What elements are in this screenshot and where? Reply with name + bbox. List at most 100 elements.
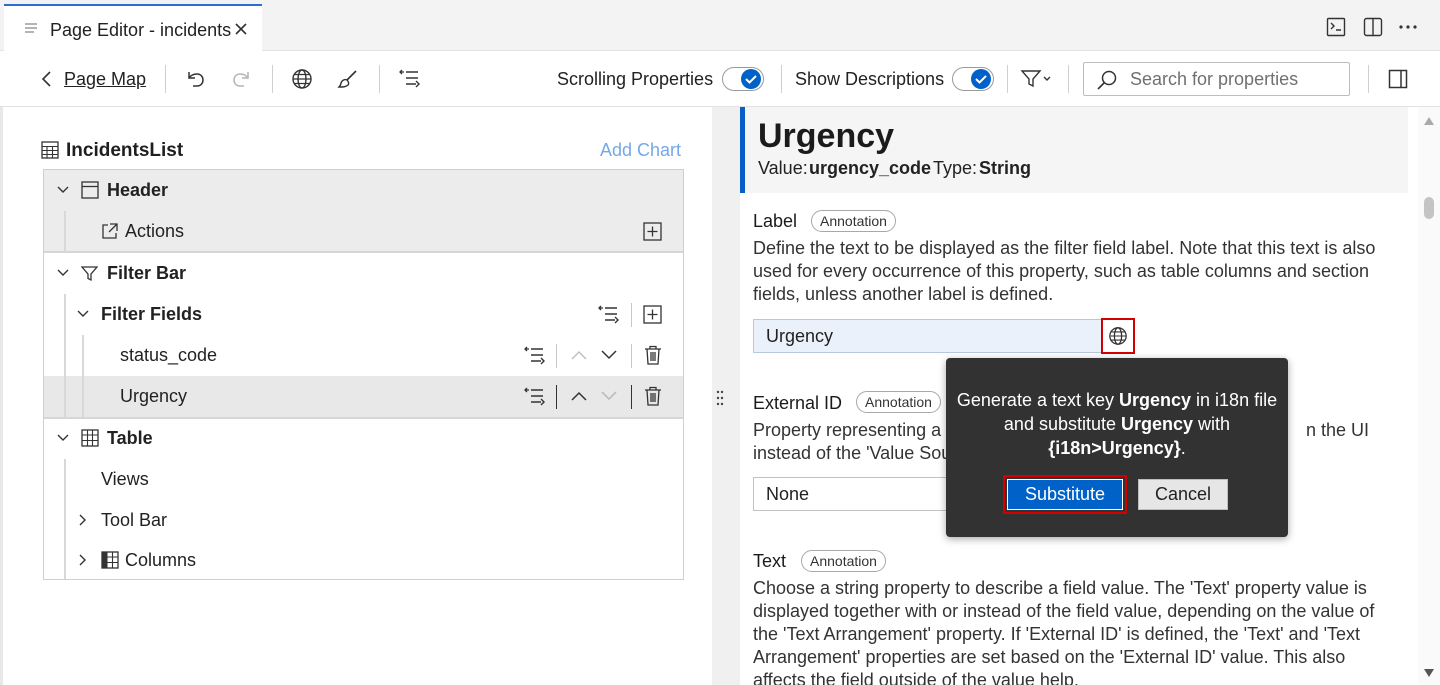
toolbar-divider [272,65,273,93]
tree-node-views[interactable]: Views [44,459,683,500]
popover-message: Generate a text key Urgency in i18n file… [956,390,1278,458]
toggle-side-panel-icon[interactable] [1388,69,1408,89]
outline-list-icon[interactable] [523,345,545,367]
chevron-down-icon[interactable] [76,307,90,321]
tree-guide [64,294,66,335]
drag-handle-icon[interactable] [715,390,725,406]
annotation-badge: Annotation [801,550,886,572]
outline-page-title: IncidentsList [66,140,184,161]
value-label: Value: [758,158,808,178]
globe-icon[interactable] [291,68,313,90]
external-id-value[interactable] [764,483,944,506]
undo-icon[interactable] [185,68,207,90]
redo-icon[interactable] [230,68,252,90]
clear-format-brush-icon[interactable] [337,68,359,90]
tree-node-tool-bar[interactable]: Tool Bar [44,500,683,541]
tree-node-filter-bar[interactable]: Filter Bar [44,253,683,294]
external-id-select[interactable] [753,477,953,511]
move-up-icon[interactable] [570,348,588,362]
scroll-thumb[interactable] [1424,197,1434,219]
tree-node-table[interactable]: Table [44,418,683,459]
chevron-right-icon[interactable] [76,513,90,527]
move-down-icon[interactable] [600,389,618,403]
toolbar-divider [379,65,380,93]
label-input[interactable] [764,325,1084,348]
split-editor-icon[interactable] [1363,17,1383,37]
scroll-down-arrow-icon[interactable] [1423,668,1435,678]
tab-page-editor[interactable]: Page Editor - incidents [4,4,262,51]
globe-icon [1108,326,1128,346]
tree-node-label: Header [107,180,169,200]
page-map-link[interactable]: Page Map [64,69,146,90]
tree-node-label: Table [107,428,153,448]
row-action-divider [556,344,557,368]
tree-node-label: Urgency [120,386,188,406]
toolbar-divider [165,65,166,93]
add-square-icon[interactable] [643,305,662,324]
chevron-down-icon[interactable] [56,183,70,197]
checkmark-icon [741,69,761,89]
tree-guide [64,376,66,417]
show-descriptions-label: Show Descriptions [795,69,945,89]
substitute-button-highlight: Substitute [1003,475,1127,514]
tree-guide [64,540,66,579]
outline-list-icon[interactable] [398,68,420,90]
tree-node-label: Filter Fields [101,304,203,324]
outline-list-icon[interactable] [523,386,545,408]
text-section-title: Text [753,551,787,571]
more-actions-icon[interactable] [1398,17,1418,37]
scroll-up-arrow-icon[interactable] [1423,116,1435,126]
add-chart-link[interactable]: Add Chart [600,140,681,161]
tree-guide [64,459,66,500]
property-type: String [979,158,1031,178]
chevron-down-icon[interactable] [56,266,70,280]
tree-node-filter-fields[interactable]: Filter Fields [44,294,683,335]
substitute-button[interactable]: Substitute [1007,479,1123,510]
trash-icon[interactable] [644,345,662,365]
add-square-icon[interactable] [643,222,662,241]
outline-tree: Header Actions Filter Bar Filter Fields … [43,169,684,580]
table-grid-icon [41,141,59,159]
row-action-divider [556,385,557,409]
filter-dropdown-icon[interactable] [1020,68,1054,90]
properties-scrollbar[interactable] [1418,107,1440,685]
property-title: Urgency [758,117,895,155]
tree-node-columns[interactable]: Columns [44,540,683,581]
close-tab-icon[interactable] [233,21,249,37]
tree-node-label: Views [101,469,149,489]
external-id-description-line2: instead of the 'Value Sou [753,443,952,463]
chevron-left-icon[interactable] [38,70,56,88]
search-input[interactable] [1128,67,1343,91]
text-description: Choose a string property to describe a f… [753,578,1375,685]
chevron-right-icon[interactable] [76,553,90,567]
tree-node-status-code[interactable]: status_code [44,335,683,376]
page-editor-toolbar: Page Map Scrolling Properties Show Descr… [0,51,1440,107]
file-lines-icon [24,22,38,36]
label-field[interactable] [753,319,1135,353]
outline-list-icon[interactable] [597,304,619,326]
row-action-divider [631,344,632,368]
tree-node-header[interactable]: Header [44,170,683,211]
tree-node-label: Columns [125,550,197,570]
property-search-box[interactable] [1083,62,1350,96]
translate-i18n-button[interactable] [1101,318,1135,354]
terminal-icon[interactable] [1326,17,1346,37]
cancel-button[interactable]: Cancel [1138,479,1228,510]
tree-guide [64,211,66,252]
label-section-title: Label [753,211,798,231]
tree-node-actions[interactable]: Actions [44,211,683,252]
label-description: Define the text to be displayed as the f… [753,238,1376,304]
outline-panel: IncidentsList Add Chart Header Actions F… [0,107,712,685]
move-up-icon[interactable] [570,389,588,403]
type-label: Type: [933,158,978,178]
show-descriptions-toggle[interactable] [952,67,994,91]
tree-guide [64,335,66,376]
panel-splitter[interactable] [712,107,740,685]
move-down-icon[interactable] [600,348,618,362]
tree-node-urgency[interactable]: Urgency [44,376,683,417]
toolbar-divider [1368,65,1369,93]
chevron-down-icon[interactable] [56,431,70,445]
tree-guide [82,335,84,376]
trash-icon[interactable] [644,386,662,406]
scrolling-properties-toggle[interactable] [722,67,764,91]
